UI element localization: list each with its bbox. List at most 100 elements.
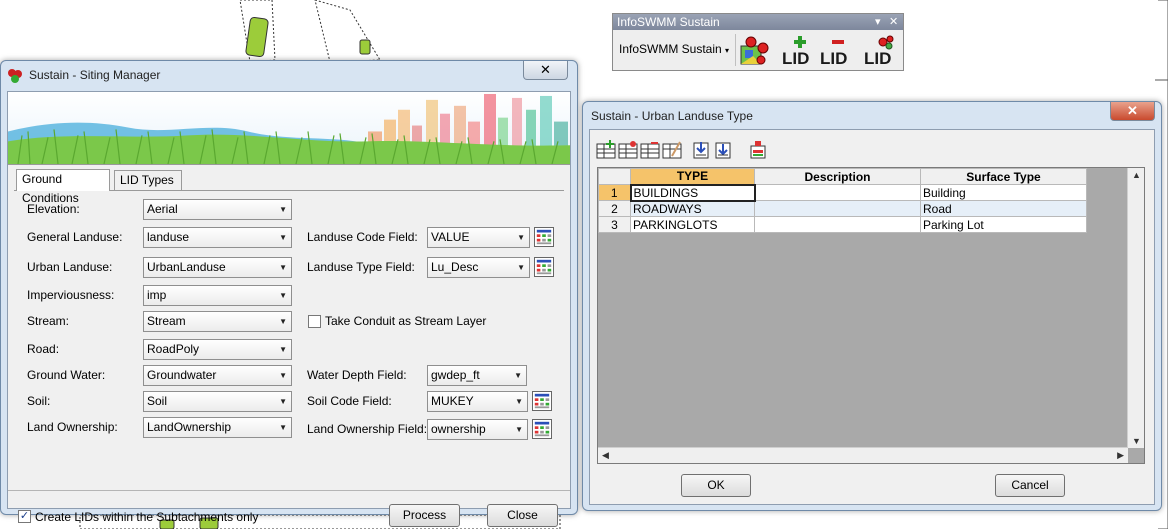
- siting-manager-title: Sustain - Siting Manager: [29, 68, 161, 82]
- grid-corner-cell[interactable]: [598, 168, 631, 185]
- column-header-description[interactable]: Description: [754, 168, 921, 185]
- stream-value: Stream: [147, 314, 186, 328]
- landuse-code-table-icon[interactable]: [534, 227, 554, 247]
- type-cell[interactable]: BUILDINGS: [629, 183, 756, 202]
- siting-close-icon[interactable]: ✕: [523, 61, 568, 80]
- map-layers-icon[interactable]: [739, 34, 773, 68]
- export-icon[interactable]: [714, 140, 734, 160]
- water-depth-field-select[interactable]: gwdep_ft ▼: [427, 365, 527, 386]
- urban-landuse-title: Sustain - Urban Landuse Type: [591, 109, 753, 123]
- siting-client-area: Ground Conditions LID Types Elevation: G…: [7, 91, 571, 527]
- land-ownership-field-label: Land Ownership Field:: [307, 422, 428, 436]
- row-number[interactable]: 1: [598, 184, 631, 201]
- infoswmm-menu-dropdown[interactable]: InfoSWMM Sustain ▾: [619, 42, 729, 56]
- infoswmm-menu-label: InfoSWMM Sustain: [619, 42, 722, 56]
- landuse-type-grid: TYPE Description Surface Type 1 BUILDING…: [597, 167, 1145, 464]
- water-depth-field-label: Water Depth Field:: [307, 368, 407, 382]
- table-row[interactable]: 2 ROADWAYS Road: [598, 200, 1087, 217]
- tab-ground-conditions[interactable]: Ground Conditions: [16, 169, 110, 205]
- edit-row-icon[interactable]: [662, 140, 682, 160]
- soil-code-table-icon[interactable]: [532, 391, 552, 411]
- column-header-surface-type[interactable]: Surface Type: [920, 168, 1087, 185]
- land-ownership-value: LandOwnership: [147, 420, 232, 434]
- urban-landuse-window: Sustain - Urban Landuse Type ✕ TYPE Desc…: [582, 101, 1162, 511]
- row-number[interactable]: 3: [598, 216, 631, 233]
- water-depth-field-value: gwdep_ft: [431, 368, 480, 382]
- description-cell[interactable]: [754, 184, 921, 201]
- urban-landuse-select[interactable]: UrbanLanduse ▼: [143, 257, 292, 278]
- toolbar-title-bar: InfoSWMM Sustain ▾ ✕: [613, 14, 903, 30]
- report-icon[interactable]: [748, 140, 768, 160]
- land-ownership-table-icon[interactable]: [532, 419, 552, 439]
- siting-banner-image: [8, 92, 570, 165]
- scroll-up-icon[interactable]: ▲: [1132, 170, 1141, 180]
- row-number[interactable]: 2: [598, 200, 631, 217]
- imperviousness-label: Imperviousness:: [27, 288, 115, 302]
- soil-label: Soil:: [27, 394, 51, 408]
- close-button[interactable]: Close: [487, 504, 558, 527]
- landuse-type-field-select[interactable]: Lu_Desc ▼: [427, 257, 530, 278]
- surface-type-cell[interactable]: Parking Lot: [920, 216, 1087, 233]
- create-lids-label: Create LIDs within the Subtachments only: [35, 510, 259, 524]
- remove-lid-label: LID: [820, 49, 847, 68]
- scroll-down-icon[interactable]: ▼: [1132, 436, 1141, 446]
- urban-close-icon[interactable]: ✕: [1110, 102, 1155, 121]
- ground-water-label: Ground Water:: [27, 368, 106, 382]
- soil-select[interactable]: Soil ▼: [143, 391, 292, 412]
- scroll-left-icon[interactable]: ◀: [602, 450, 609, 461]
- delete-row-icon[interactable]: [640, 140, 660, 160]
- cancel-button[interactable]: Cancel: [995, 474, 1065, 497]
- lid-settings-label: LID: [864, 49, 891, 68]
- remove-lid-icon[interactable]: LID: [819, 34, 853, 68]
- tab-lid-types[interactable]: LID Types: [114, 170, 182, 191]
- description-cell[interactable]: [754, 200, 921, 217]
- ground-water-select[interactable]: Groundwater ▼: [143, 365, 292, 386]
- toolbar-options-icon[interactable]: ▾: [875, 14, 881, 30]
- add-lid-label: LID: [782, 49, 809, 68]
- toolbar-close-icon[interactable]: ✕: [889, 14, 898, 30]
- land-ownership-label: Land Ownership:: [27, 420, 118, 434]
- stream-select[interactable]: Stream ▼: [143, 311, 292, 332]
- imperviousness-value: imp: [147, 288, 167, 302]
- landuse-code-field-select[interactable]: VALUE ▼: [427, 227, 530, 248]
- add-row-icon[interactable]: [596, 140, 616, 160]
- horizontal-scrollbar[interactable]: ◀ ▶: [598, 447, 1128, 463]
- type-cell[interactable]: PARKINGLOTS: [630, 216, 755, 233]
- vertical-scrollbar[interactable]: ▲ ▼: [1127, 168, 1144, 448]
- check-mark-icon: ✓: [19, 510, 30, 522]
- type-cell[interactable]: ROADWAYS: [630, 200, 755, 217]
- soil-code-field-label: Soil Code Field:: [307, 394, 392, 408]
- process-button[interactable]: Process: [389, 504, 460, 527]
- scroll-right-icon[interactable]: ▶: [1117, 450, 1124, 461]
- road-select[interactable]: RoadPoly ▼: [143, 339, 292, 360]
- take-conduit-label: Take Conduit as Stream Layer: [325, 314, 487, 328]
- landuse-code-field-value: VALUE: [431, 230, 470, 244]
- land-ownership-field-select[interactable]: ownership ▼: [427, 419, 528, 440]
- surface-type-cell[interactable]: Road: [920, 200, 1087, 217]
- urban-landuse-value: UrbanLanduse: [147, 260, 226, 274]
- imperviousness-select[interactable]: imp ▼: [143, 285, 292, 306]
- stream-label: Stream:: [27, 314, 70, 328]
- description-cell[interactable]: [754, 216, 921, 233]
- create-lids-checkbox[interactable]: ✓: [18, 510, 31, 523]
- landuse-type-table-icon[interactable]: [534, 257, 554, 277]
- soil-code-field-select[interactable]: MUKEY ▼: [427, 391, 528, 412]
- lid-settings-icon[interactable]: LID: [863, 34, 897, 68]
- ground-water-value: Groundwater: [147, 368, 217, 382]
- land-ownership-select[interactable]: LandOwnership ▼: [143, 417, 292, 438]
- column-header-type[interactable]: TYPE: [630, 168, 755, 185]
- surface-type-cell[interactable]: Building: [920, 184, 1087, 201]
- sustain-app-icon: [8, 69, 22, 83]
- general-landuse-select[interactable]: landuse ▼: [143, 227, 292, 248]
- table-row[interactable]: 3 PARKINGLOTS Parking Lot: [598, 216, 1087, 233]
- landuse-code-field-label: Landuse Code Field:: [307, 230, 418, 244]
- add-lid-icon[interactable]: LID: [781, 34, 815, 68]
- table-row[interactable]: 1 BUILDINGS Building: [598, 183, 1087, 202]
- import-icon[interactable]: [692, 140, 712, 160]
- insert-row-icon[interactable]: [618, 140, 638, 160]
- elevation-select[interactable]: Aerial ▼: [143, 199, 292, 220]
- urban-client-area: TYPE Description Surface Type 1 BUILDING…: [589, 129, 1155, 505]
- urban-landuse-label: Urban Landuse:: [27, 260, 113, 274]
- ok-button[interactable]: OK: [681, 474, 751, 497]
- take-conduit-checkbox[interactable]: [308, 315, 321, 328]
